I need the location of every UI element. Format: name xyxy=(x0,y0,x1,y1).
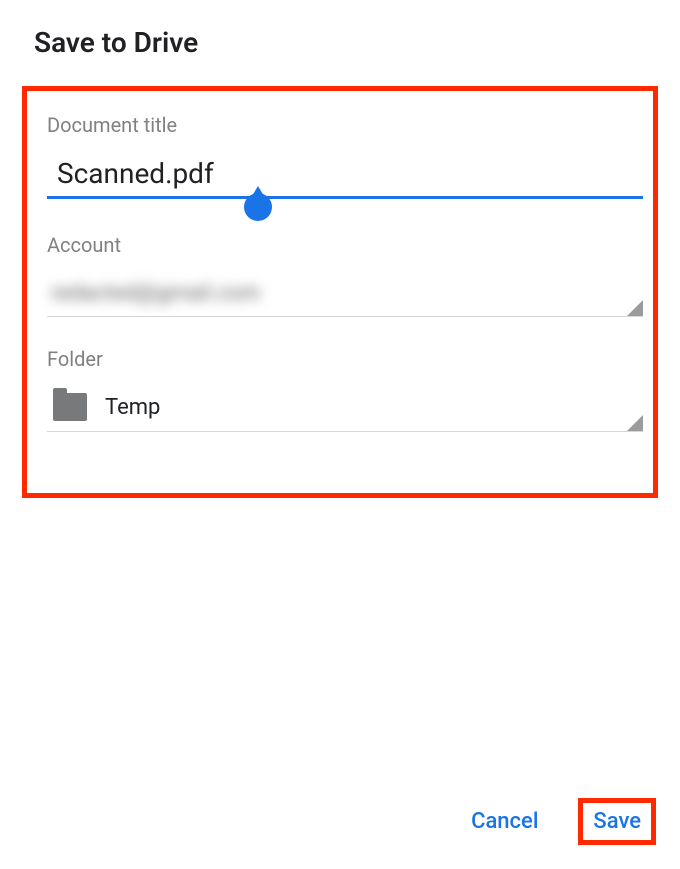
document-title-field-wrap xyxy=(47,153,643,199)
dialog-title: Save to Drive xyxy=(0,0,680,59)
cancel-button[interactable]: Cancel xyxy=(457,799,552,844)
form-highlight-box: Document title Account redacted@gmail.co… xyxy=(22,86,658,498)
save-highlight-box: Save xyxy=(578,798,656,845)
folder-label: Folder xyxy=(47,347,643,371)
document-title-input[interactable] xyxy=(47,153,643,199)
save-button[interactable]: Save xyxy=(593,809,641,834)
account-value: redacted@gmail.com xyxy=(47,281,643,306)
folder-value: Temp xyxy=(105,395,160,420)
dropdown-handle-icon xyxy=(627,415,643,431)
dropdown-handle-icon xyxy=(627,300,643,316)
folder-selector[interactable]: Temp xyxy=(47,387,643,432)
document-title-label: Document title xyxy=(47,113,643,137)
account-selector[interactable]: redacted@gmail.com xyxy=(47,273,643,317)
dialog-actions: Cancel Save xyxy=(457,798,656,845)
account-label: Account xyxy=(47,233,643,257)
text-cursor-handle-icon[interactable] xyxy=(244,193,272,221)
folder-icon xyxy=(53,393,87,421)
